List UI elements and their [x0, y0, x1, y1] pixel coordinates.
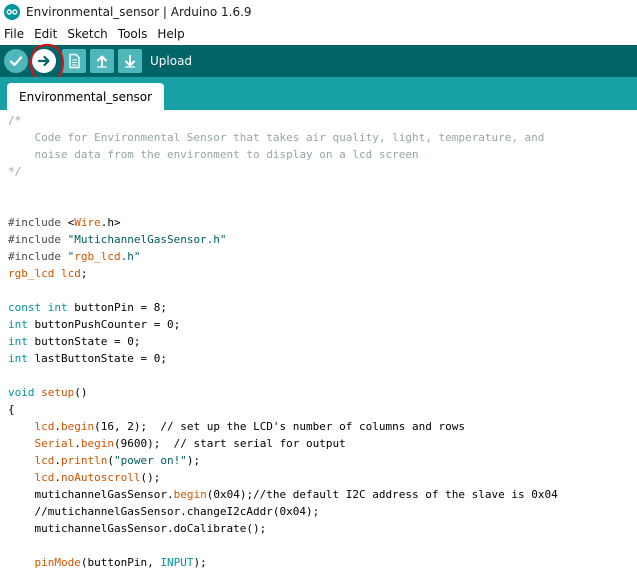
- code-line: const int buttonPin = 8;: [8, 301, 167, 314]
- code-editor[interactable]: /* Code for Environmental Sensor that ta…: [0, 110, 637, 582]
- code-line: Serial.begin(9600); // start serial for …: [34, 437, 346, 450]
- code-line: Code for Environmental Sensor that takes…: [8, 131, 545, 144]
- code-line: noise data from the environment to displ…: [8, 148, 419, 161]
- code-line: {: [8, 403, 15, 416]
- menu-tools[interactable]: Tools: [118, 27, 148, 41]
- title-bar: Environmental_sensor | Arduino 1.6.9: [0, 0, 637, 24]
- arduino-logo-icon: [4, 4, 20, 20]
- open-button[interactable]: [90, 49, 114, 73]
- code-line: #include <Wire.h>: [8, 216, 121, 229]
- new-sketch-button[interactable]: [62, 49, 86, 73]
- upload-button[interactable]: [32, 49, 56, 73]
- menu-sketch[interactable]: Sketch: [67, 27, 107, 41]
- menu-file[interactable]: File: [4, 27, 24, 41]
- menu-bar: File Edit Sketch Tools Help: [0, 24, 637, 43]
- code-line: #include "MutichannelGasSensor.h": [8, 233, 227, 246]
- toolbar-hover-label: Upload: [150, 54, 193, 68]
- arrow-right-icon: [37, 55, 50, 67]
- code-line: int lastButtonState = 0;: [8, 352, 167, 365]
- arrow-up-icon: [97, 55, 107, 68]
- code-line: pinMode(buttonPin, INPUT);: [34, 556, 207, 569]
- verify-button[interactable]: [4, 49, 28, 73]
- code-line: void setup(): [8, 386, 88, 399]
- document-icon: [69, 53, 80, 69]
- arrow-down-icon: [125, 55, 135, 68]
- code-line: mutichannelGasSensor.begin(0x04);//the d…: [8, 488, 558, 501]
- code-line: lcd.println("power on!");: [34, 454, 201, 467]
- menu-help[interactable]: Help: [157, 27, 184, 41]
- save-button[interactable]: [118, 49, 142, 73]
- code-line: int buttonState = 0;: [8, 335, 141, 348]
- tab-strip: Environmental_sensor: [0, 77, 637, 110]
- window-title: Environmental_sensor | Arduino 1.6.9: [26, 5, 252, 19]
- tab-environmental-sensor[interactable]: Environmental_sensor: [7, 83, 165, 110]
- toolbar: Upload: [0, 45, 637, 77]
- code-line: rgb_lcd lcd;: [8, 267, 88, 280]
- code-line: //mutichannelGasSensor.changeI2cAddr(0x0…: [8, 505, 320, 518]
- code-line: /*: [8, 114, 22, 127]
- code-line: mutichannelGasSensor.doCalibrate();: [8, 522, 267, 535]
- menu-edit[interactable]: Edit: [34, 27, 57, 41]
- code-line: lcd.noAutoscroll();: [34, 471, 161, 484]
- code-line: lcd.begin(16, 2); // set up the LCD's nu…: [34, 420, 466, 433]
- check-icon: [9, 56, 23, 67]
- code-line: */: [8, 165, 22, 178]
- code-line: int buttonPushCounter = 0;: [8, 318, 181, 331]
- code-line: #include "rgb_lcd.h": [8, 250, 141, 263]
